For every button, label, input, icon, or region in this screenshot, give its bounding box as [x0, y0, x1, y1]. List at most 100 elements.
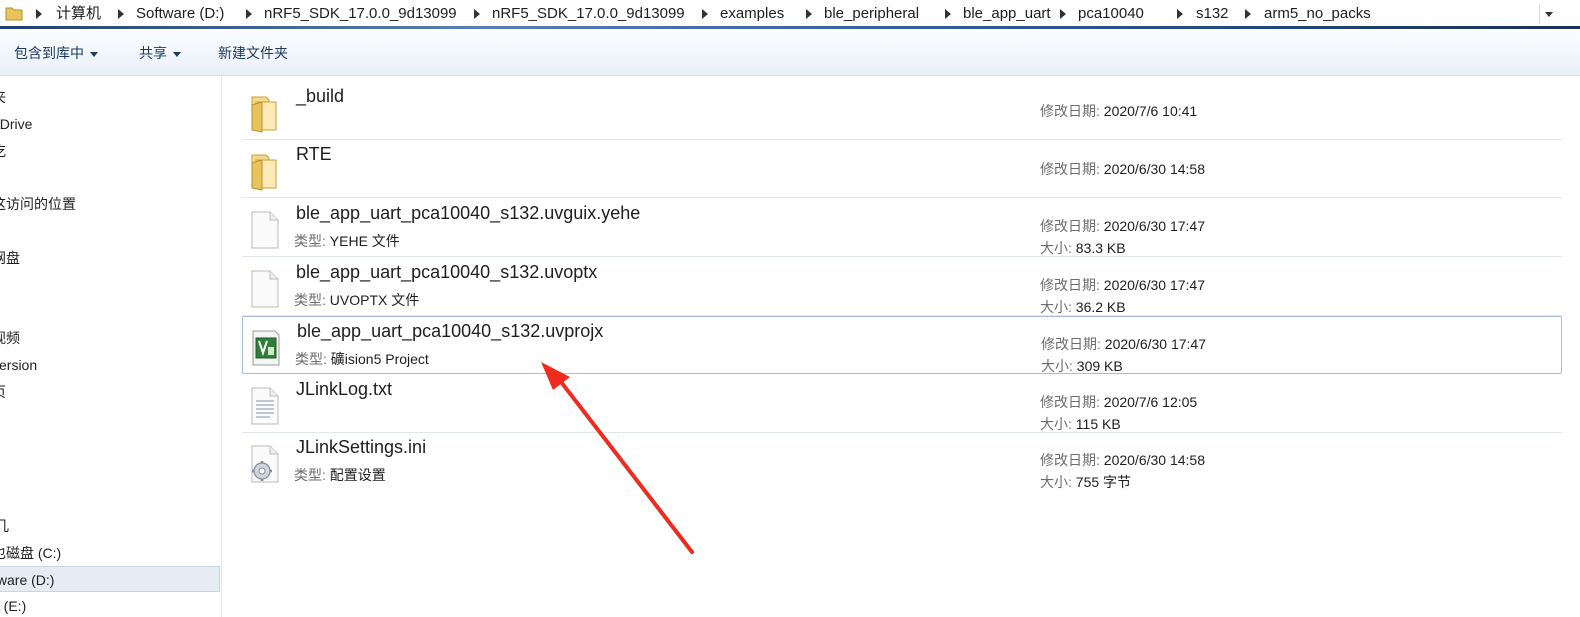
breadcrumb-separator[interactable]: [474, 9, 480, 19]
nav-item-label: 网盘: [0, 250, 20, 266]
breadcrumb-ble-peripheral[interactable]: ble_peripheral: [824, 0, 919, 28]
chevron-down-icon: [90, 51, 98, 57]
nav-item-cloud-drive[interactable]: 网盘: [0, 245, 220, 271]
type-label: 类型:: [295, 351, 327, 367]
nav-item[interactable]: ↑: [0, 406, 220, 432]
breadcrumb-drive-d[interactable]: Software (D:): [136, 0, 224, 28]
file-size: 大小: 309 KB: [1041, 356, 1123, 376]
file-modified: 修改日期: 2020/6/30 17:47: [1041, 334, 1206, 354]
new-folder-button[interactable]: 新建文件夹: [218, 31, 288, 75]
breadcrumb-separator[interactable]: [1060, 9, 1066, 19]
settings-file-icon: [251, 445, 279, 483]
type-value: YEHE 文件: [329, 233, 400, 249]
breadcrumb-s132[interactable]: s132: [1196, 0, 1229, 28]
size-label: 大小:: [1040, 474, 1072, 490]
file-name: JLinkLog.txt: [296, 379, 393, 399]
include-in-library-button[interactable]: 包含到库中: [14, 31, 98, 75]
nav-item[interactable]: k: [0, 460, 220, 486]
nav-item-label: 也磁盘 (C:): [0, 545, 62, 561]
nav-item[interactable]: 吃: [0, 138, 220, 164]
modified-label: 修改日期:: [1041, 336, 1101, 352]
file-name: ble_app_uart_pca10040_s132.uvguix.yehe: [296, 203, 641, 223]
type-label: 类型:: [294, 233, 326, 249]
file-type: 类型: YEHE 文件: [294, 231, 400, 251]
breadcrumb-separator[interactable]: [246, 9, 252, 19]
nav-item-drive-c[interactable]: 也磁盘 (C:): [0, 540, 220, 566]
nav-item-label: a (E:): [0, 598, 27, 614]
breadcrumb-separator[interactable]: [806, 9, 812, 19]
address-bar-border: [0, 26, 1580, 29]
breadcrumb-separator[interactable]: [1177, 9, 1183, 19]
breadcrumb-examples[interactable]: examples: [720, 0, 784, 28]
size-value: 309 KB: [1076, 358, 1123, 374]
new-folder-label: 新建文件夹: [218, 45, 288, 61]
nav-item[interactable]: 页: [0, 379, 220, 405]
uvision-project-icon: [252, 330, 280, 366]
modified-label: 修改日期:: [1040, 394, 1100, 410]
nav-item-onedrive[interactable]: eDrive: [0, 111, 220, 137]
breadcrumb-sdk-sub[interactable]: nRF5_SDK_17.0.0_9d13099: [492, 0, 685, 28]
file-size: 大小: 755 字节: [1040, 472, 1131, 492]
breadcrumb-separator[interactable]: [118, 9, 124, 19]
size-value: 36.2 KB: [1075, 299, 1126, 315]
breadcrumb-ble-app-uart[interactable]: ble_app_uart: [963, 0, 1051, 28]
breadcrumb-separator[interactable]: [36, 9, 42, 19]
nav-item-label: 页: [0, 384, 6, 400]
file-size: 大小: 36.2 KB: [1040, 297, 1126, 317]
type-value: 礦ision5 Project: [330, 351, 429, 367]
file-row[interactable]: ble_app_uart_pca10040_s132.uvoptx 类型: UV…: [242, 258, 1562, 316]
breadcrumb-separator[interactable]: [702, 9, 708, 19]
file-row-folder[interactable]: RTE 修改日期: 2020/6/30 14:58: [242, 140, 1562, 198]
breadcrumb-arm5-no-packs[interactable]: arm5_no_packs: [1264, 0, 1371, 28]
address-history-dropdown[interactable]: [1539, 4, 1558, 24]
type-value: UVOPTX 文件: [329, 292, 420, 308]
modified-label: 修改日期:: [1040, 218, 1100, 234]
nav-item-drive-d[interactable]: tware (D:): [0, 566, 220, 592]
nav-item-videos[interactable]: 视频: [0, 325, 220, 351]
folder-icon: [251, 96, 277, 133]
nav-item-favorites[interactable]: 夹: [0, 84, 220, 110]
file-type: 类型: 配置设置: [294, 465, 386, 485]
file-type: 类型: UVOPTX 文件: [294, 290, 419, 310]
file-row[interactable]: JLinkLog.txt 修改日期: 2020/7/6 12:05 大小: 11…: [242, 375, 1562, 433]
modified-label: 修改日期:: [1040, 277, 1100, 293]
nav-item-label: 视频: [0, 330, 20, 346]
file-name: _build: [296, 86, 345, 106]
breadcrumb-computer[interactable]: 计算机: [56, 0, 101, 28]
breadcrumb-sdk-root[interactable]: nRF5_SDK_17.0.0_9d13099: [264, 0, 457, 28]
include-in-library-label: 包含到库中: [14, 45, 84, 61]
address-bar[interactable]: 计算机 Software (D:) nRF5_SDK_17.0.0_9d1309…: [0, 0, 1580, 29]
nav-item-recent-places[interactable]: 这访问的位置: [0, 191, 220, 217]
nav-item-drive-e[interactable]: a (E:): [0, 593, 220, 617]
file-icon: [251, 211, 279, 249]
breadcrumb-separator[interactable]: [945, 9, 951, 19]
chevron-down-icon: [173, 51, 181, 57]
file-modified: 修改日期: 2020/6/30 17:47: [1040, 216, 1205, 236]
file-row-uvprojx[interactable]: ble_app_uart_pca10040_s132.uvprojx 类型: 礦…: [242, 316, 1562, 374]
breadcrumb-pca10040[interactable]: pca10040: [1078, 0, 1144, 28]
modified-value: 2020/7/6 10:41: [1103, 103, 1198, 119]
modified-label: 修改日期:: [1040, 103, 1100, 119]
navigation-pane[interactable]: 夹 eDrive 吃 i 这访问的位置 网盘 视频 version 页 ↑ i …: [0, 76, 222, 617]
file-list[interactable]: _build 修改日期: 2020/7/6 10:41 RTE 修改日期: 20…: [222, 76, 1580, 617]
file-row-folder[interactable]: _build 修改日期: 2020/7/6 10:41: [242, 82, 1562, 140]
nav-item-computer[interactable]: l几: [0, 513, 220, 539]
file-row[interactable]: ble_app_uart_pca10040_s132.uvguix.yehe 类…: [242, 199, 1562, 257]
modified-value: 2020/6/30 14:58: [1103, 452, 1205, 468]
nav-item-subversion[interactable]: version: [0, 352, 220, 378]
type-label: 类型:: [294, 467, 326, 483]
file-icon: [251, 270, 279, 308]
nav-item-label: 这访问的位置: [0, 196, 76, 212]
file-row[interactable]: JLinkSettings.ini 类型: 配置设置 修改日期: 2020/6/…: [242, 433, 1562, 491]
breadcrumb-separator[interactable]: [1245, 9, 1251, 19]
share-button[interactable]: 共享: [139, 31, 181, 75]
file-name: ble_app_uart_pca10040_s132.uvoptx: [296, 262, 598, 282]
nav-item[interactable]: i: [0, 433, 220, 459]
nav-item-label: version: [0, 357, 38, 373]
file-name: JLinkSettings.ini: [296, 437, 427, 457]
type-value: 配置设置: [329, 467, 386, 483]
size-label: 大小:: [1041, 358, 1073, 374]
file-modified: 修改日期: 2020/6/30 17:47: [1040, 275, 1205, 295]
nav-item[interactable]: i: [0, 164, 220, 190]
modified-value: 2020/6/30 17:47: [1103, 277, 1205, 293]
